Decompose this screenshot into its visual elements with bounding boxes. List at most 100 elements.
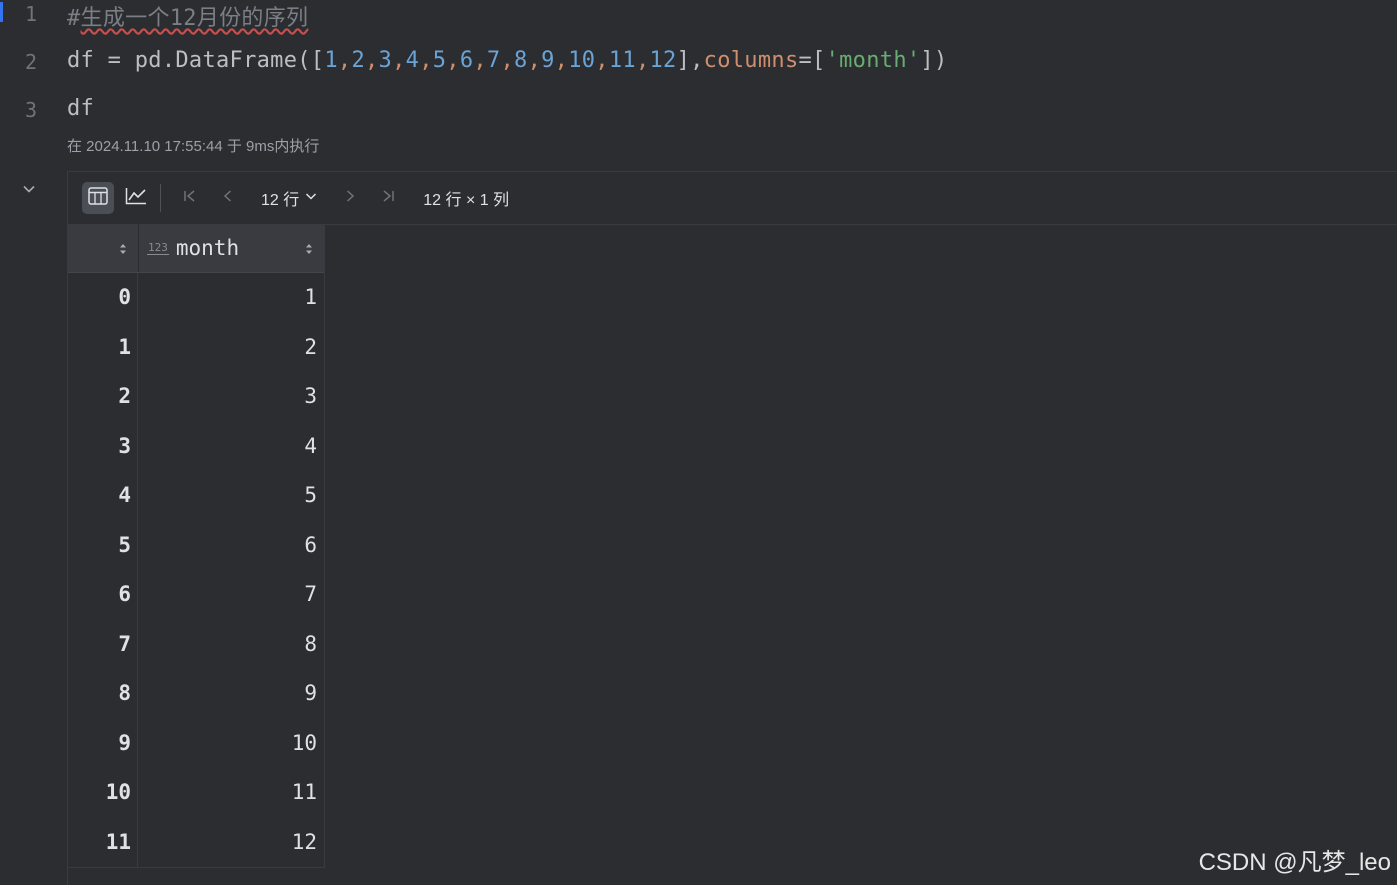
number-literal: 1 [324,48,338,73]
watermark: CSDN @凡梦_leo [1198,849,1391,876]
row-index: 0 [68,273,138,323]
code-suffix: ]) [920,48,948,73]
cell-month[interactable]: 10 [138,719,324,769]
row-index: 5 [68,520,138,570]
table-row[interactable]: 9 10 [68,718,324,769]
table-row[interactable]: 34 [68,421,324,472]
notebook-cell: 1 2 3 #生成一个12月份的序列 df = pd.DataFrame([1,… [0,0,1397,885]
row-index: 6 [68,570,138,620]
comma: , [365,48,379,73]
collapse-output-icon[interactable] [20,182,38,200]
number-literal: 11 [608,48,636,73]
number-list: 1,2,3,4,5,6,7,8,9,10,11,12 [324,48,676,73]
table-row[interactable]: 10 11 [68,768,324,818]
cell-month[interactable]: 12 [138,818,324,868]
rows-per-page-select[interactable]: 12 行 [261,186,317,210]
table-row[interactable]: 45 [68,471,324,521]
number-literal: 7 [486,48,501,73]
comment-text: 生成一个12月份的序列 [80,6,309,31]
execution-info: 在 2024.11.10 17:55:44 于 9ms内执行 [67,138,320,155]
column-header-month[interactable]: 123 month [139,224,324,272]
table-row[interactable]: 23 [68,372,324,422]
comma: , [635,48,650,73]
previous-page-button[interactable] [214,184,242,212]
cell-month[interactable]: 3 [138,372,324,422]
number-literal: 8 [514,48,528,73]
sort-icon[interactable] [304,241,314,260]
chevron-left-icon [220,188,236,208]
number-literal: 4 [405,48,420,73]
number-literal: 12 [649,48,677,73]
row-index: 1 [68,322,138,372]
comment-prefix: # [67,6,81,31]
code-line-1[interactable]: #生成一个12月份的序列 [67,0,308,32]
table-row[interactable]: 67 [68,570,324,620]
kwarg-columns: columns [703,48,799,73]
number-literal: 2 [351,48,365,73]
row-index: 10 [68,768,138,818]
cell-month[interactable]: 1 [138,273,324,323]
output-panel: 12 行 12 行 × 1 列 123 month 0 1 1 2 2 3 3 … [67,171,1397,885]
row-index: 7 [68,619,138,669]
number-literal: 5 [432,48,447,73]
cell-month[interactable]: 11 [138,768,324,818]
rows-per-page-value: 12 行 [261,192,300,209]
comma: , [337,48,352,73]
comma: , [595,48,609,73]
last-page-icon [380,188,396,208]
code-line-2[interactable]: df = pd.DataFrame([1,2,3,4,5,6,7,8,9,10,… [67,48,948,73]
index-header[interactable] [68,224,139,272]
toolbar-separator [160,184,161,212]
table-row[interactable]: 89 [68,669,324,719]
comma: , [527,48,542,73]
table-dimensions: 12 行 × 1 列 [423,192,510,209]
numeric-type-icon: 123 [147,240,169,255]
first-page-button[interactable] [176,184,204,212]
code-line-3[interactable]: df [67,96,94,121]
cell-month[interactable]: 7 [138,570,324,620]
chart-view-button[interactable] [120,182,152,214]
output-toolbar: 12 行 12 行 × 1 列 [68,172,1397,225]
code-after-list: ], [676,48,704,73]
last-page-button[interactable] [374,184,402,212]
editor-gutter: 1 2 3 [0,0,55,885]
comma: , [419,48,433,73]
table-view-button[interactable] [82,182,114,214]
sort-icon[interactable] [118,241,128,260]
cell-month[interactable]: 2 [138,323,324,373]
table-row[interactable]: 12 [68,322,324,373]
table-row[interactable]: 78 [68,619,324,670]
table-row[interactable]: 56 [68,520,324,571]
column-name: month [175,236,240,260]
number-literal: 3 [378,48,393,73]
line-chart-icon [125,187,147,209]
string-month: 'month' [825,48,921,73]
cell-focus-marker [0,2,3,22]
comma: , [392,48,406,73]
table-header: 123 month [68,224,324,273]
cell-month[interactable]: 9 [138,669,324,719]
table-icon [88,187,108,209]
code-prefix: df = pd.DataFrame([ [67,48,325,73]
code-eq: =[ [798,48,826,73]
cell-month[interactable]: 6 [138,521,324,571]
chevron-right-icon [342,188,358,208]
row-index: 4 [68,471,138,521]
code-editor[interactable]: #生成一个12月份的序列 df = pd.DataFrame([1,2,3,4,… [55,0,1397,165]
cell-month[interactable]: 8 [138,620,324,670]
comma: , [473,48,487,73]
chevron-down-icon [305,189,317,207]
row-index: 9 [68,718,138,768]
first-page-icon [182,188,198,208]
number-literal: 10 [568,48,596,73]
number-literal: 9 [541,48,555,73]
number-literal: 6 [459,48,474,73]
table-row[interactable]: 01 [68,273,324,323]
table-row[interactable]: 11 12 [68,817,324,868]
comma: , [554,48,569,73]
cell-month[interactable]: 5 [138,471,324,521]
comma: , [446,48,460,73]
next-page-button[interactable] [336,184,364,212]
comma: , [500,48,515,73]
cell-month[interactable]: 4 [138,422,324,472]
